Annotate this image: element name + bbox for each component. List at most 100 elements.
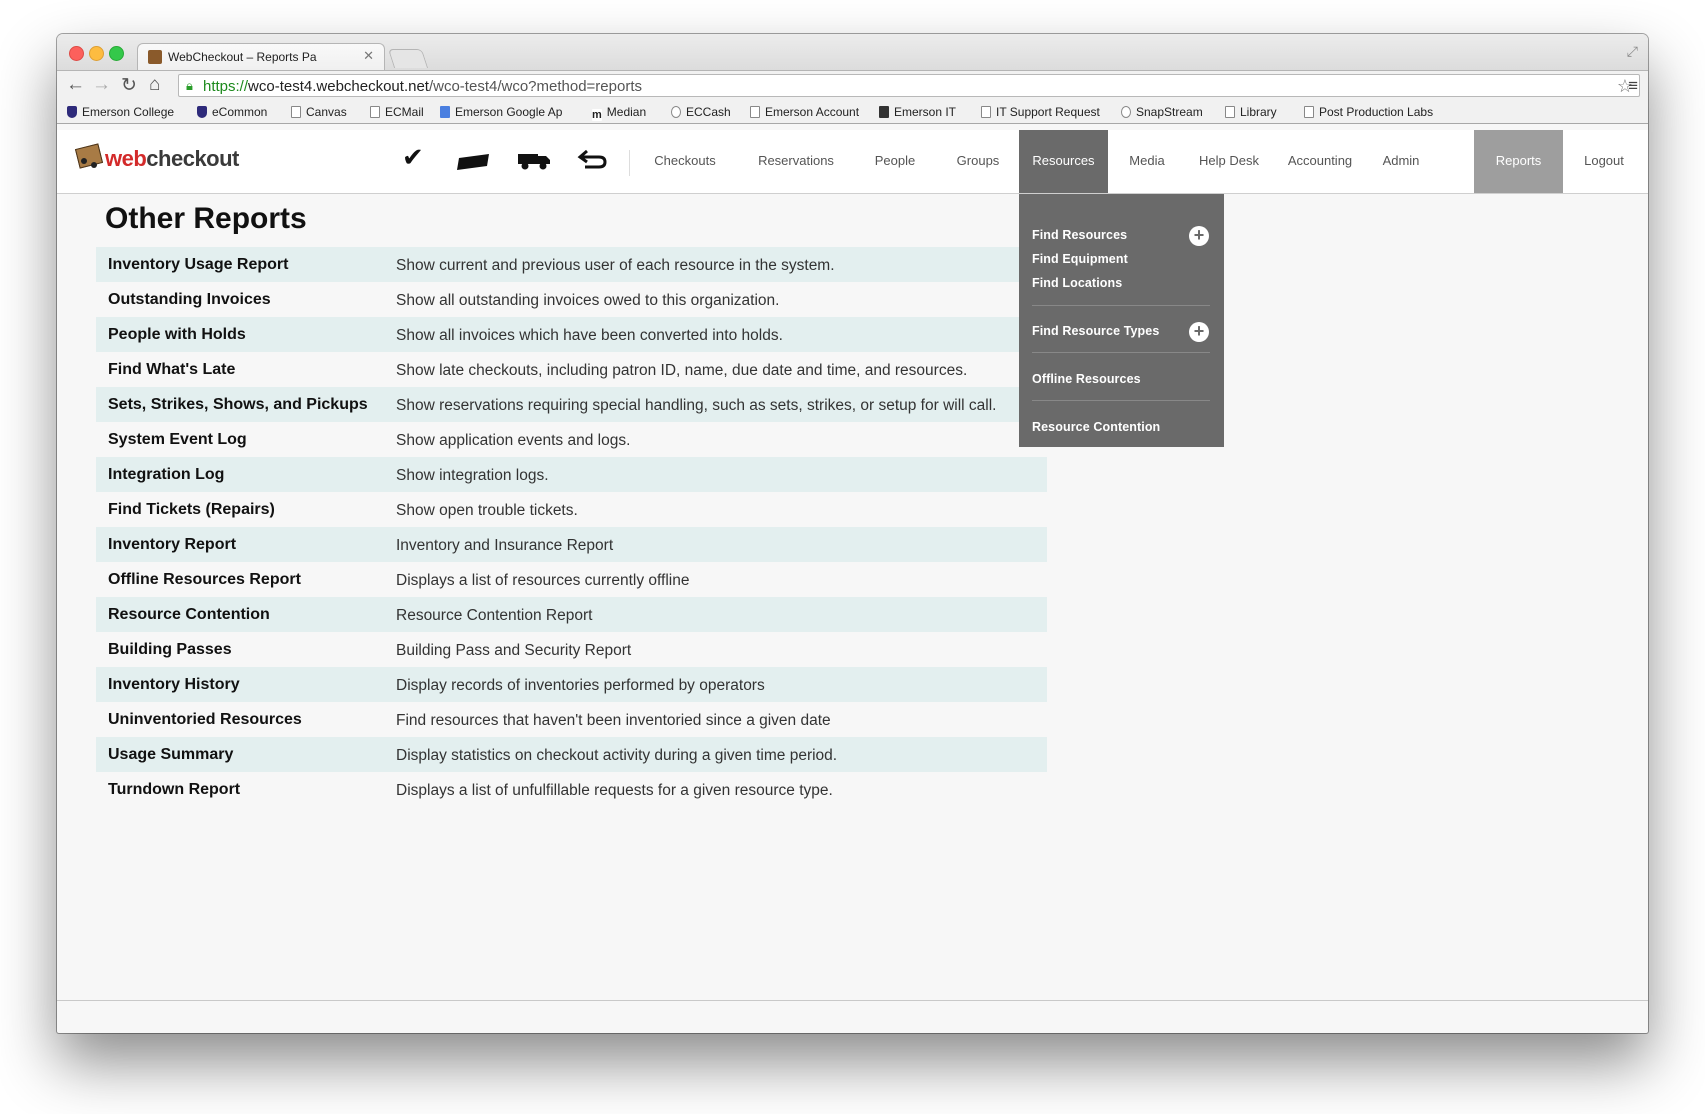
table-row[interactable]: Sets, Strikes, Shows, and Pickups Show re… <box>96 387 1047 422</box>
report-link[interactable]: People with Holds <box>108 326 246 344</box>
close-window-button[interactable] <box>69 46 84 61</box>
url-text[interactable]: https://wco-test4.webcheckout.net/wco-te… <box>203 78 642 95</box>
bookmark-item[interactable]: Library <box>1225 105 1277 119</box>
return-icon[interactable] <box>577 146 607 177</box>
report-link[interactable]: Sets, Strikes, Shows, and Pickups <box>108 396 368 414</box>
menu-item-resource-contention[interactable]: Resource Contention <box>1032 420 1160 434</box>
report-link[interactable]: Uninventoried Resources <box>108 711 302 729</box>
menu-item-find-resource-types[interactable]: Find Resource Types <box>1032 324 1159 338</box>
report-link[interactable]: Turndown Report <box>108 781 240 799</box>
bookmark-item[interactable]: ECMail <box>370 105 424 119</box>
table-row[interactable]: Inventory Report Inventory and Insurance … <box>96 527 1047 562</box>
nav-people[interactable]: People <box>853 130 937 193</box>
nav-logout[interactable]: Logout <box>1563 130 1645 193</box>
report-link[interactable]: Find Tickets (Repairs) <box>108 501 275 519</box>
table-row[interactable]: Find What's Late Show late checkouts, inc… <box>96 352 1047 387</box>
table-row[interactable]: Inventory Usage Report Show current and p… <box>96 247 1047 282</box>
table-row[interactable]: Inventory History Display records of inve… <box>96 667 1047 702</box>
nav-groups[interactable]: Groups <box>937 130 1019 193</box>
report-link[interactable]: Inventory Report <box>108 536 236 554</box>
report-link[interactable]: Resource Contention <box>108 606 270 624</box>
table-row[interactable]: Resource Contention Resource Contention R… <box>96 597 1047 632</box>
shield-icon <box>197 106 207 118</box>
table-row[interactable]: Uninventoried Resources Find resources th… <box>96 702 1047 737</box>
bookmark-item[interactable]: ECCash <box>671 105 731 119</box>
footer-divider <box>57 1000 1648 1001</box>
zoom-window-button[interactable] <box>109 46 124 61</box>
table-row[interactable]: Integration Log Show integration logs. <box>96 457 1047 492</box>
back-arrow-icon[interactable]: ← <box>66 74 85 96</box>
chrome-menu-icon[interactable]: ≡ <box>1628 76 1638 96</box>
nav-admin[interactable]: Admin <box>1368 130 1434 193</box>
bookmark-item[interactable]: SnapStream <box>1121 105 1203 119</box>
forward-arrow-icon[interactable]: → <box>92 74 111 96</box>
new-tab-button[interactable] <box>387 49 429 68</box>
bookmark-item[interactable]: Emerson Google Ap <box>440 105 562 119</box>
bookmark-item[interactable]: eCommon <box>197 105 267 119</box>
title-bar: WebCheckout – Reports Pa ✕ ⤢ <box>57 34 1648 70</box>
bookmark-item[interactable]: m Median <box>592 105 646 121</box>
tab-close-icon[interactable]: ✕ <box>363 48 374 64</box>
table-row[interactable]: Usage Summary Display statistics on check… <box>96 737 1047 772</box>
report-link[interactable]: Usage Summary <box>108 746 233 764</box>
menu-item-offline-resources[interactable]: Offline Resources <box>1032 372 1141 386</box>
bookmark-item[interactable]: Canvas <box>291 105 347 119</box>
menu-item-find-equipment[interactable]: Find Equipment <box>1032 252 1128 266</box>
cart-logo-icon[interactable] <box>74 143 104 172</box>
table-row[interactable]: Turndown Report Displays a list of unfulf… <box>96 772 1047 807</box>
report-description: Show reservations requiring special hand… <box>396 397 997 414</box>
report-description: Show all invoices which have been conver… <box>396 327 783 344</box>
report-link[interactable]: Inventory Usage Report <box>108 256 288 274</box>
page-icon <box>291 106 301 118</box>
table-row[interactable]: Building Passes Building Pass and Securit… <box>96 632 1047 667</box>
nav-media[interactable]: Media <box>1108 130 1186 193</box>
table-row[interactable]: Outstanding Invoices Show all outstanding… <box>96 282 1047 317</box>
nav-accounting[interactable]: Accounting <box>1272 130 1368 193</box>
table-row[interactable]: Find Tickets (Repairs) Show open trouble … <box>96 492 1047 527</box>
browser-tab[interactable]: WebCheckout – Reports Pa ✕ <box>137 43 385 70</box>
report-link[interactable]: Integration Log <box>108 466 224 484</box>
report-description: Building Pass and Security Report <box>396 642 632 659</box>
report-description: Show late checkouts, including patron ID… <box>396 362 968 379</box>
webcheckout-favicon-icon <box>148 50 162 64</box>
nav-reports[interactable]: Reports <box>1474 130 1563 193</box>
home-icon[interactable]: ⌂ <box>149 74 160 96</box>
report-link[interactable]: Offline Resources Report <box>108 571 301 589</box>
report-link[interactable]: Outstanding Invoices <box>108 291 271 309</box>
bookmark-item[interactable]: Emerson IT <box>879 105 956 119</box>
report-link[interactable]: Inventory History <box>108 676 240 694</box>
minimize-window-button[interactable] <box>89 46 104 61</box>
fullscreen-icon[interactable]: ⤢ <box>1627 43 1638 60</box>
browser-toolbar: ← → ↻ ⌂ 🔒︎ https://wco-test4.webcheckout… <box>57 70 1648 101</box>
menu-divider <box>1032 400 1210 401</box>
report-description: Show all outstanding invoices owed to th… <box>396 292 780 309</box>
report-description: Show application events and logs. <box>396 432 631 449</box>
report-link[interactable]: Find What's Late <box>108 361 235 379</box>
menu-item-find-resources[interactable]: Find Resources <box>1032 228 1127 242</box>
reload-icon[interactable]: ↻ <box>121 74 137 97</box>
report-link[interactable]: System Event Log <box>108 431 247 449</box>
truck-icon[interactable] <box>517 146 551 177</box>
shield-icon <box>67 106 77 118</box>
nav-help-desk[interactable]: Help Desk <box>1186 130 1272 193</box>
add-resource-type-plus-icon[interactable]: + <box>1189 322 1209 342</box>
bookmark-item[interactable]: IT Support Request <box>981 105 1100 119</box>
table-row[interactable]: Offline Resources Report Displays a list … <box>96 562 1047 597</box>
ticket-icon[interactable] <box>455 148 491 179</box>
checkmark-icon[interactable]: ✔ <box>402 142 424 173</box>
bookmark-item[interactable]: Post Production Labs <box>1304 105 1433 119</box>
bookmark-item[interactable]: Emerson College <box>67 105 174 119</box>
menu-item-find-locations[interactable]: Find Locations <box>1032 276 1122 290</box>
nav-checkouts[interactable]: Checkouts <box>631 130 739 193</box>
nav-reservations[interactable]: Reservations <box>739 130 853 193</box>
address-bar[interactable]: 🔒︎ https://wco-test4.webcheckout.net/wco… <box>178 74 1640 97</box>
site-logo[interactable]: webcheckout <box>105 146 239 172</box>
bookmark-item[interactable]: Emerson Account <box>750 105 859 119</box>
nav-resources[interactable]: Resources <box>1019 130 1108 193</box>
add-resource-plus-icon[interactable]: + <box>1189 226 1209 246</box>
table-row[interactable]: System Event Log Show application events … <box>96 422 1047 457</box>
report-link[interactable]: Building Passes <box>108 641 232 659</box>
table-row[interactable]: People with Holds Show all invoices which… <box>96 317 1047 352</box>
snapstream-icon <box>1121 106 1131 118</box>
eccash-icon <box>671 106 681 118</box>
